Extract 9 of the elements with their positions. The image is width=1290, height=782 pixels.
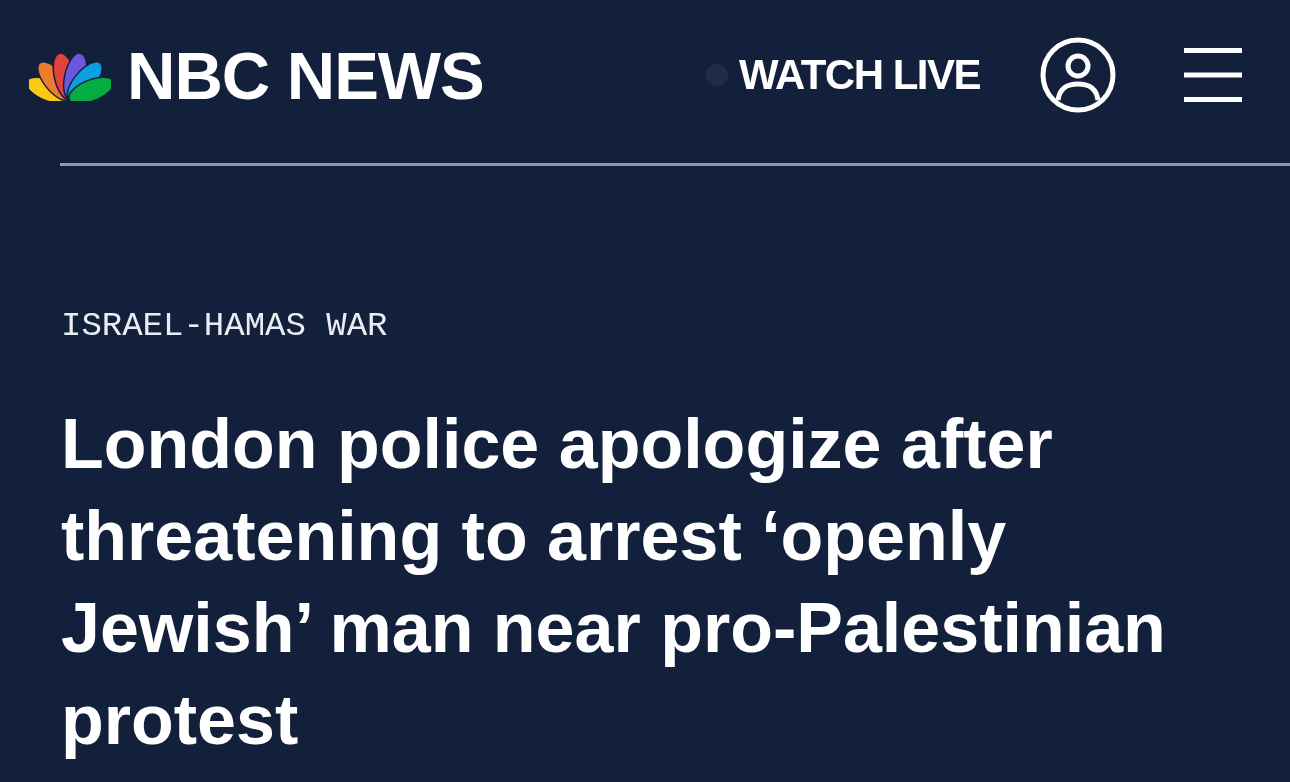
menu-icon [1184,48,1242,102]
article-headline: London police apologize after threatening to arrest ‘openly Jewish’ man near pro-Palestinian protest [61,404,1167,761]
category-label: ISRAEL-HAMAS WAR [61,306,388,346]
account-button[interactable] [1040,37,1116,113]
user-icon [1040,37,1116,113]
logo-text: NBC NEWS [127,41,484,109]
nbc-news-logo[interactable]: NBC NEWS [29,41,484,109]
watch-live-link[interactable]: WATCH LIVE [739,54,980,96]
menu-button[interactable] [1184,48,1242,102]
